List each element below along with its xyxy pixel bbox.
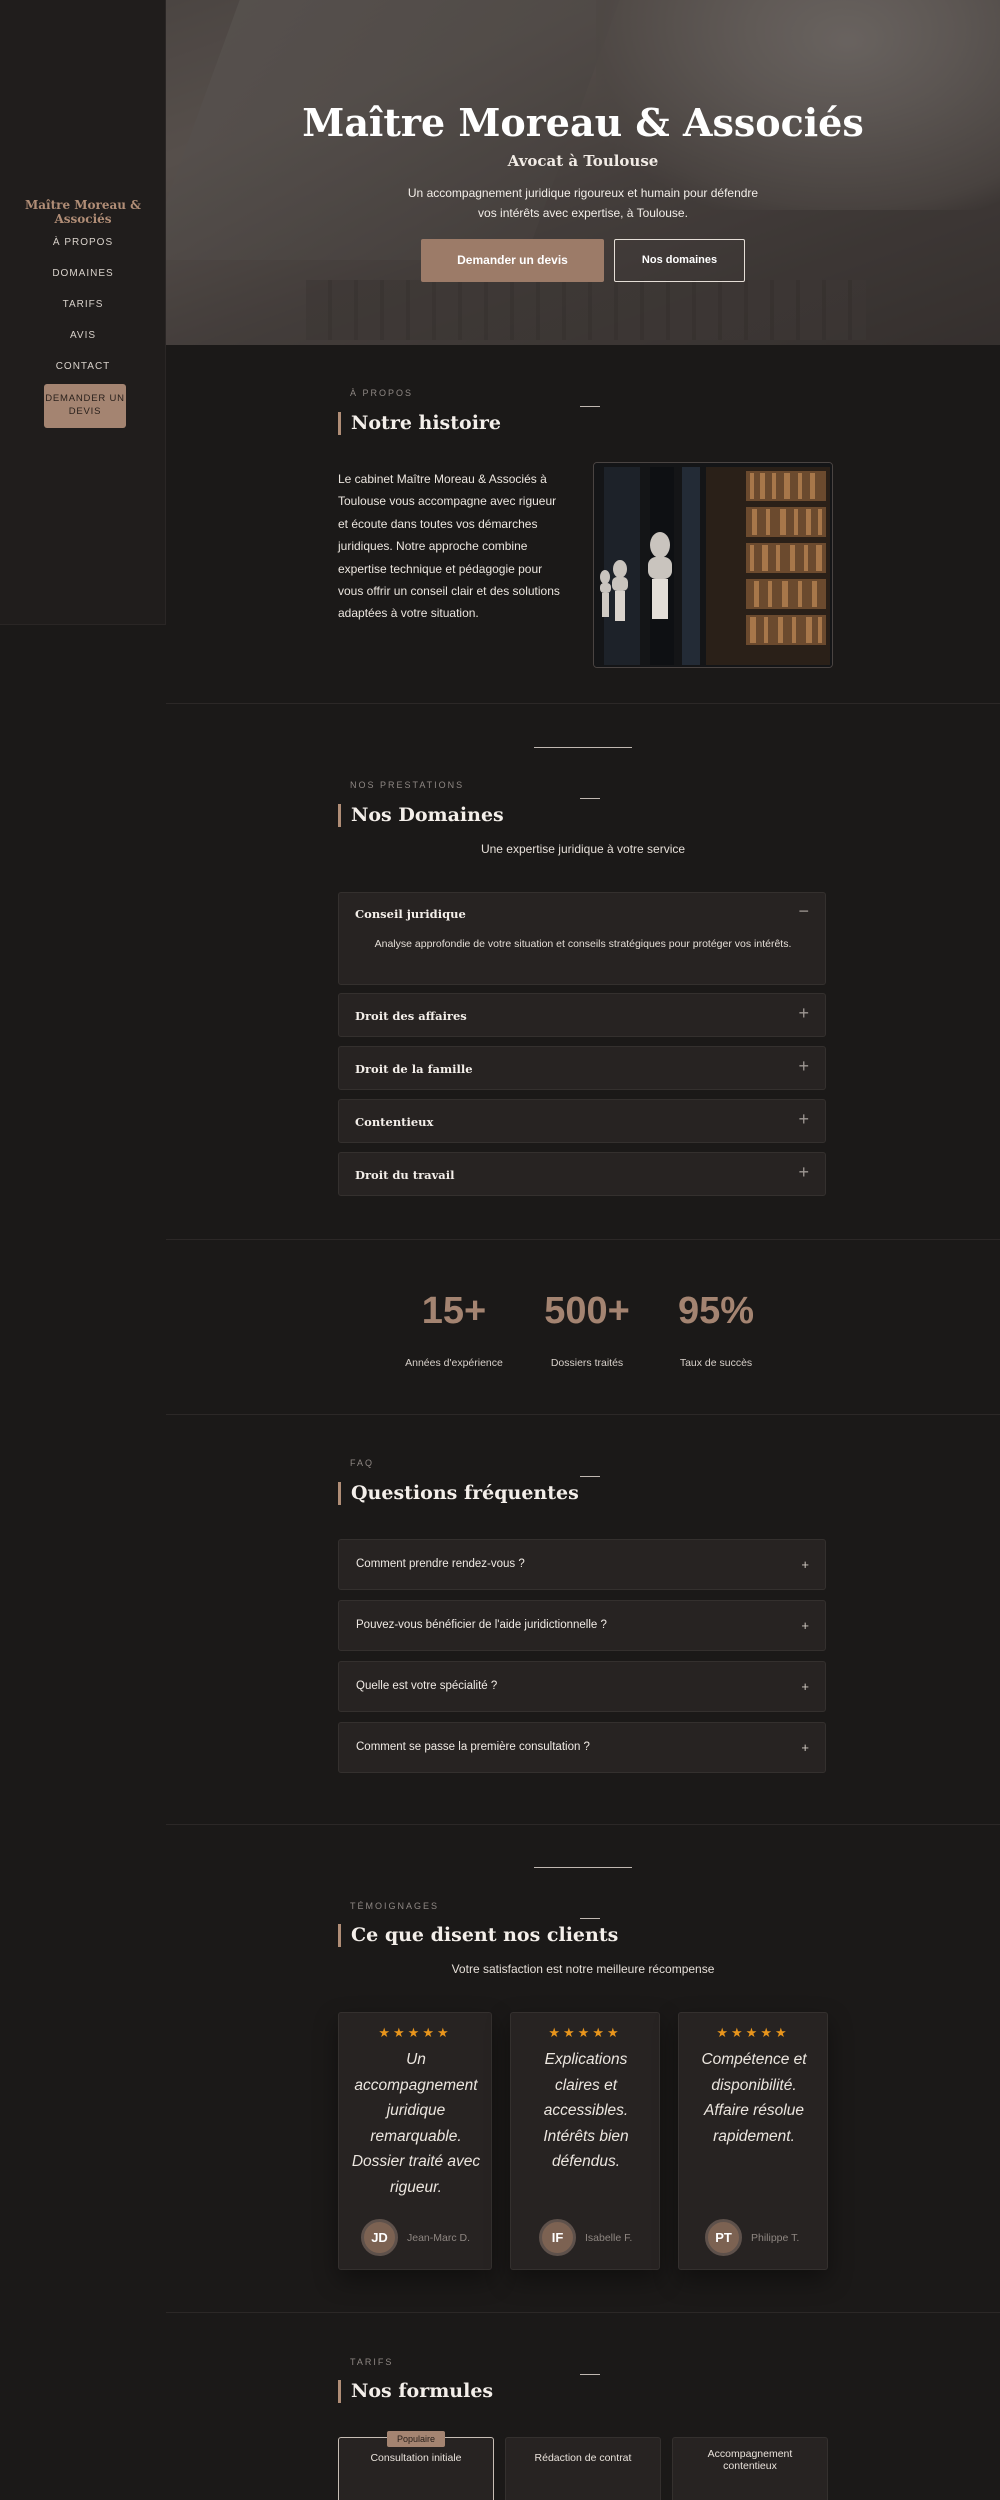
- nav-item-a-propos[interactable]: À PROPOS: [0, 236, 166, 267]
- faq-dash: [580, 1476, 600, 1477]
- sidebar-devis-button[interactable]: DEMANDER UN DEVIS: [44, 384, 126, 428]
- hero-domaines-button[interactable]: Nos domaines: [614, 239, 745, 282]
- brand-logo[interactable]: Maître Moreau & Associés: [0, 198, 166, 226]
- plus-icon[interactable]: +: [798, 1109, 809, 1130]
- faq-eyebrow: FAQ: [350, 1458, 375, 1468]
- pricing-heading: Nos formules: [351, 2380, 494, 2402]
- about-eyebrow: À PROPOS: [350, 388, 414, 398]
- services-divider: [534, 747, 632, 748]
- faq-item[interactable]: Quelle est votre spécialité ? +: [338, 1661, 826, 1712]
- testimonial-card: ★★★★★ Compétence et disponibilité. Affai…: [678, 2012, 828, 2270]
- about-section: [166, 345, 1000, 703]
- testimonial-author: Jean-Marc D.: [407, 2232, 471, 2244]
- pricing-plan-title: Accompagnement contentieux: [707, 2448, 793, 2472]
- about-dash: [580, 406, 600, 407]
- testimonial-author: Isabelle F.: [585, 2232, 633, 2244]
- hero-subtitle: Avocat à Toulouse: [507, 152, 659, 170]
- nav-item-avis[interactable]: AVIS: [0, 329, 166, 360]
- services-heading-bar: [338, 804, 341, 827]
- service-description: Analyse approfondie de votre situation e…: [374, 938, 792, 950]
- testimonials-heading-bar: [338, 1924, 341, 1947]
- plus-icon[interactable]: +: [798, 1162, 809, 1183]
- star-rating-icon: ★★★★★: [548, 2025, 622, 2040]
- service-droit-famille[interactable]: Droit de la famille +: [338, 1046, 826, 1090]
- testimonial-quote: Un accompagnement juridique remarquable.…: [351, 2051, 481, 2196]
- plus-icon[interactable]: +: [801, 1557, 809, 1572]
- star-rating-icon: ★★★★★: [716, 2025, 790, 2040]
- about-heading: Notre histoire: [351, 412, 502, 434]
- services-subtitle: Une expertise juridique à votre service: [480, 842, 686, 856]
- stat-value-dossiers: 500+: [544, 1290, 630, 1332]
- pricing-plan-title: Rédaction de contrat: [534, 2452, 632, 2464]
- avatar: IF: [539, 2219, 576, 2256]
- service-contentieux[interactable]: Contentieux +: [338, 1099, 826, 1143]
- faq-item[interactable]: Comment prendre rendez-vous ? +: [338, 1539, 826, 1590]
- plus-icon[interactable]: +: [798, 1003, 809, 1024]
- faq-heading-bar: [338, 1482, 341, 1505]
- testimonial-quote: Explications claires et accessibles. Int…: [543, 2051, 629, 2170]
- faq-item[interactable]: Pouvez-vous bénéficier de l'aide juridic…: [338, 1600, 826, 1651]
- faq-question: Comment se passe la première consultatio…: [356, 1741, 590, 1753]
- service-title: Droit des affaires: [355, 1009, 467, 1023]
- testimonials-dash: [580, 1918, 600, 1919]
- about-text: Le cabinet Maître Moreau & Associés à To…: [338, 472, 560, 621]
- nav-item-domaines[interactable]: DOMAINES: [0, 267, 166, 298]
- sidebar: Maître Moreau & Associés À PROPOS DOMAIN…: [0, 0, 166, 625]
- plus-icon[interactable]: +: [801, 1679, 809, 1694]
- stat-label-experience: Années d'expérience: [405, 1357, 503, 1369]
- testimonials-subtitle: Votre satisfaction est notre meilleure r…: [451, 1962, 715, 1976]
- about-heading-bar: [338, 412, 341, 435]
- testimonials-eyebrow: TÉMOIGNAGES: [350, 1901, 440, 1911]
- testimonials-heading: Ce que disent nos clients: [351, 1924, 619, 1946]
- plus-icon[interactable]: +: [801, 1618, 809, 1633]
- faq-item[interactable]: Comment se passe la première consultatio…: [338, 1722, 826, 1773]
- testimonial-card: ★★★★★ Explications claires et accessible…: [510, 2012, 660, 2270]
- service-conseil-juridique[interactable]: Conseil juridique − Analyse approfondie …: [338, 892, 826, 985]
- hero-overlay: [166, 0, 1000, 345]
- services-dash: [580, 798, 600, 799]
- faq-question: Comment prendre rendez-vous ?: [356, 1558, 525, 1570]
- star-rating-icon: ★★★★★: [378, 2025, 452, 2040]
- service-droit-affaires[interactable]: Droit des affaires +: [338, 993, 826, 1037]
- popular-badge: Populaire: [387, 2431, 445, 2447]
- stat-value-experience: 15+: [421, 1290, 487, 1332]
- pricing-eyebrow: TARIFS: [350, 2357, 394, 2367]
- testimonial-card: ★★★★★ Un accompagnement juridique remarq…: [338, 2012, 492, 2270]
- hero-title: Maître Moreau & Associés: [302, 100, 864, 145]
- faq-question: Quelle est votre spécialité ?: [356, 1680, 498, 1692]
- pricing-dash: [580, 2374, 600, 2375]
- plus-icon[interactable]: +: [801, 1740, 809, 1755]
- minus-icon[interactable]: −: [798, 901, 809, 922]
- nav-item-tarifs[interactable]: TARIFS: [0, 298, 166, 329]
- avatar: JD: [361, 2219, 398, 2256]
- service-droit-travail[interactable]: Droit du travail +: [338, 1152, 826, 1196]
- service-title: Conseil juridique: [355, 907, 466, 921]
- pricing-card-contentieux[interactable]: Accompagnement contentieux: [672, 2437, 828, 2500]
- stat-label-dossiers: Dossiers traités: [550, 1357, 624, 1369]
- hero: Maître Moreau & Associés Avocat à Toulou…: [166, 0, 1000, 345]
- pricing-plan-title: Consultation initiale: [370, 2452, 462, 2464]
- faq-heading: Questions fréquentes: [351, 1482, 579, 1504]
- hero-description: Un accompagnement juridique rigoureux et…: [407, 186, 759, 220]
- library-illustration: [594, 463, 832, 667]
- testimonial-author: Philippe T.: [751, 2232, 800, 2244]
- services-heading: Nos Domaines: [351, 804, 504, 826]
- stat-value-succes: 95%: [677, 1290, 755, 1332]
- testimonials-divider: [534, 1867, 632, 1868]
- service-title: Droit de la famille: [355, 1062, 473, 1076]
- services-eyebrow: NOS PRESTATIONS: [350, 780, 465, 790]
- plus-icon[interactable]: +: [798, 1056, 809, 1077]
- hero-devis-button[interactable]: Demander un devis: [421, 239, 604, 282]
- faq-question: Pouvez-vous bénéficier de l'aide juridic…: [356, 1619, 607, 1631]
- testimonial-quote: Compétence et disponibilité. Affaire rés…: [701, 2051, 807, 2145]
- service-title: Contentieux: [355, 1115, 434, 1129]
- service-title: Droit du travail: [355, 1168, 455, 1182]
- pricing-heading-bar: [338, 2380, 341, 2403]
- stat-label-succes: Taux de succès: [679, 1357, 753, 1369]
- sidebar-nav: À PROPOS DOMAINES TARIFS AVIS CONTACT: [0, 236, 166, 391]
- pricing-card-contrat[interactable]: Rédaction de contrat: [505, 2437, 661, 2500]
- avatar: PT: [705, 2219, 742, 2256]
- library-image: [593, 462, 833, 668]
